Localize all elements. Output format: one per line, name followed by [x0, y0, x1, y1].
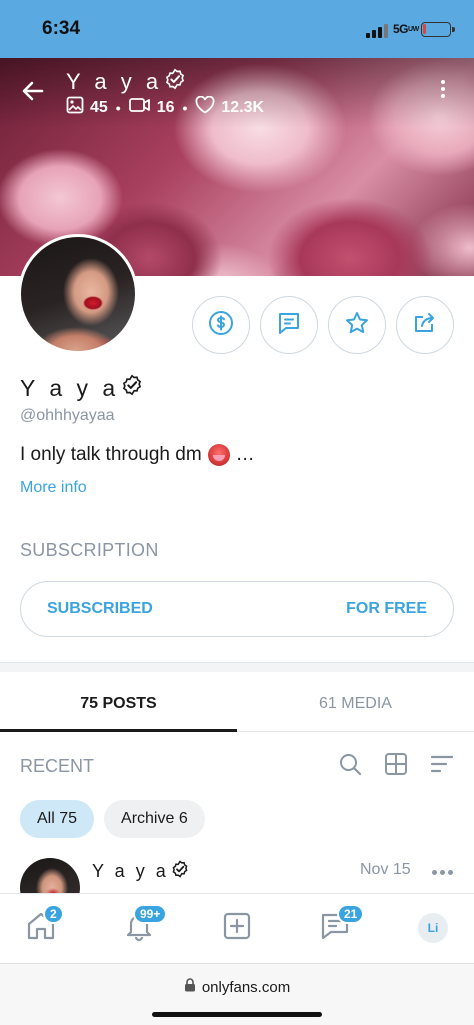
subscription-label: SUBSCRIPTION [20, 540, 159, 560]
sort-icon[interactable] [430, 752, 454, 781]
grid-view-icon[interactable] [384, 752, 408, 781]
battery-icon [421, 22, 455, 37]
heart-icon [195, 95, 215, 119]
verified-icon [171, 860, 189, 883]
tab-media[interactable]: 61 MEDIA [237, 676, 474, 731]
bottom-navigation: 2 99+ 21 Li [0, 893, 474, 963]
messages-badge: 21 [337, 904, 365, 924]
share-button[interactable] [396, 296, 454, 354]
nav-messages[interactable]: 21 [317, 904, 365, 946]
verified-icon [121, 374, 143, 402]
video-icon [128, 97, 151, 118]
nav-home[interactable]: 2 [23, 904, 64, 946]
verified-icon [164, 68, 186, 96]
filter-chips: All 75 Archive 6 [20, 800, 205, 838]
search-icon[interactable] [338, 752, 362, 781]
image-icon [66, 96, 84, 119]
network-indicator: 5GUW [393, 22, 419, 36]
more-horizontal-icon[interactable] [432, 870, 453, 875]
url-text: onlyfans.com [201, 978, 291, 996]
post-avatar[interactable] [20, 858, 80, 896]
notifications-badge: 99+ [133, 904, 168, 924]
profile-avatar[interactable] [18, 234, 138, 354]
star-icon [344, 310, 370, 341]
subscription-button[interactable]: SUBSCRIBED FOR FREE [20, 581, 454, 637]
nav-profile[interactable]: Li [415, 910, 451, 946]
dollar-icon [208, 310, 234, 341]
subscription-status: SUBSCRIBED [47, 600, 153, 617]
tip-button[interactable] [192, 296, 250, 354]
header-stats: 45 • 16 • 12.3K [66, 95, 265, 119]
add-square-icon [221, 910, 253, 947]
tab-posts[interactable]: 75 POSTS [0, 676, 237, 732]
favorite-button[interactable] [328, 296, 386, 354]
browser-bar: onlyfans.com [0, 963, 474, 1025]
filter-chip-all[interactable]: All 75 [20, 800, 95, 838]
home-indicator [152, 1012, 322, 1017]
likes-count: 12.3K [221, 98, 265, 116]
signal-icon [366, 24, 388, 38]
videos-count: 16 [156, 98, 175, 116]
status-time: 6:34 [42, 18, 81, 39]
chat-icon [276, 310, 302, 341]
back-arrow-icon[interactable] [20, 78, 46, 104]
home-badge: 2 [43, 904, 64, 924]
status-bar: 6:34 5GUW [0, 0, 474, 58]
header-title: Y a y a [66, 68, 186, 96]
profile-bio: I only talk through dm … [20, 444, 255, 466]
photos-count: 45 [90, 98, 108, 116]
post-item[interactable]: Y a y a Nov 15 [20, 856, 454, 896]
nav-add[interactable] [219, 910, 255, 946]
filter-chip-archive[interactable]: Archive 6 [104, 800, 205, 838]
address-bar[interactable]: onlyfans.com [0, 978, 474, 996]
post-date: Nov 15 [360, 861, 411, 878]
more-info-link[interactable]: More info [20, 479, 87, 497]
profile-actions [192, 296, 454, 354]
section-label: RECENT [20, 755, 95, 776]
profile-handle: @ohhhyayaa [20, 407, 115, 424]
feed-toolbar: RECENT [20, 752, 454, 780]
tongue-emoji-icon [207, 444, 230, 466]
post-author[interactable]: Y a y a [92, 860, 189, 883]
lock-icon [184, 978, 196, 996]
subscription-price: FOR FREE [346, 600, 427, 617]
message-button[interactable] [260, 296, 318, 354]
share-icon [412, 310, 438, 341]
profile-initials-avatar: Li [418, 913, 448, 943]
section-divider [0, 662, 474, 672]
more-vertical-icon[interactable] [440, 80, 446, 102]
nav-notifications[interactable]: 99+ [121, 904, 168, 946]
profile-name: Y a y a [20, 374, 143, 402]
content-tabs: 75 POSTS 61 MEDIA [0, 676, 474, 732]
